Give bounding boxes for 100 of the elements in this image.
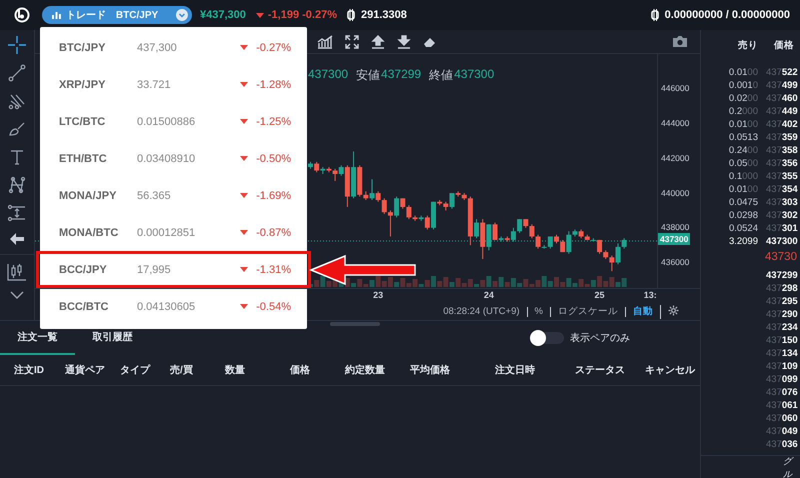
toggle-label: 表示ペアのみ bbox=[570, 332, 630, 345]
pair-name: ETH/BTC bbox=[59, 152, 108, 164]
ask-price: 437449 bbox=[766, 106, 798, 117]
chart-option[interactable]: % bbox=[526, 306, 550, 317]
pair-selector-button[interactable]: トレード BTC/JPY bbox=[42, 6, 192, 24]
bar-chart-icon bbox=[52, 11, 61, 19]
logo-icon[interactable] bbox=[14, 7, 30, 23]
bid-price: 437061 bbox=[766, 400, 798, 411]
column-header: 価格 bbox=[290, 364, 311, 377]
last-price-badge: 437300 bbox=[658, 233, 690, 246]
upload-icon[interactable] bbox=[371, 34, 385, 49]
download-icon[interactable] bbox=[397, 34, 411, 49]
candlestick-icon[interactable] bbox=[7, 263, 27, 281]
crosshair-icon[interactable] bbox=[8, 36, 26, 54]
ask-price: 437356 bbox=[766, 158, 798, 169]
line-tool-icon[interactable] bbox=[8, 64, 26, 82]
mode-label: トレード bbox=[66, 9, 106, 22]
ask-price: 437303 bbox=[766, 197, 798, 208]
group-label: グル bbox=[701, 455, 800, 478]
ask-price: 437499 bbox=[766, 80, 798, 91]
wallet-balance: 0.00000000 / 0.00000000 bbox=[664, 9, 790, 21]
pair-menu-item[interactable]: LTC/BTC 0.01500886 -1.25% bbox=[39, 103, 308, 140]
ask-price: 437301 bbox=[766, 223, 798, 234]
column-header: 数量 bbox=[225, 364, 246, 377]
last-price: ¥437,300 bbox=[200, 9, 246, 21]
axis-label: 438000 bbox=[661, 222, 690, 232]
brush-icon[interactable] bbox=[8, 120, 26, 138]
ask-amount: 0.0298 bbox=[728, 210, 758, 221]
pair-change: -1.31% bbox=[256, 264, 291, 276]
ask-price: 437359 bbox=[766, 132, 798, 143]
chevron-down-icon[interactable] bbox=[10, 291, 24, 299]
selected-pair: BTC/JPY bbox=[116, 10, 158, 20]
pair-name: XRP/JPY bbox=[59, 78, 106, 90]
pair-price: 0.00012851 bbox=[137, 226, 196, 238]
chart-option[interactable]: ログスケール bbox=[550, 306, 625, 317]
pair-change: -0.54% bbox=[256, 300, 291, 312]
bitcoin-icon bbox=[347, 9, 357, 21]
axis-label: 25 bbox=[594, 290, 605, 300]
bid-price: 437109 bbox=[766, 361, 798, 372]
pair-name: MONA/JPY bbox=[59, 190, 118, 202]
ask-amount: 0.2000 bbox=[728, 106, 758, 117]
pair-change: -1.28% bbox=[256, 78, 291, 90]
column-header: 注文日時 bbox=[495, 363, 536, 377]
bid-price: 437134 bbox=[766, 348, 798, 359]
axis-label: 436000 bbox=[661, 256, 690, 267]
column-header: 価格 bbox=[774, 39, 794, 53]
arrow-left-icon[interactable] bbox=[9, 232, 25, 246]
pair-name: BTC/JPY bbox=[59, 42, 106, 54]
fullscreen-icon[interactable] bbox=[345, 34, 359, 49]
ohlc-value: 437300 bbox=[308, 67, 348, 84]
column-header: キャンセル bbox=[645, 364, 696, 377]
pair-change: -1.25% bbox=[256, 116, 291, 128]
bid-price: 437099 bbox=[766, 374, 798, 385]
pair-menu-item[interactable]: ETH/BTC 0.03408910 -0.50% bbox=[39, 140, 308, 177]
pair-menu-item[interactable]: MONA/JPY 56.365 -1.69% bbox=[39, 177, 308, 214]
bid-price: 437298 bbox=[766, 283, 798, 294]
axis-label: 440000 bbox=[661, 188, 690, 198]
measure-tool-icon[interactable] bbox=[8, 204, 26, 222]
pair-menu-item[interactable]: BCC/JPY 17,995 -1.31% bbox=[36, 251, 311, 288]
toggle-switch[interactable] bbox=[532, 332, 564, 344]
axis-label: 442000 bbox=[661, 152, 690, 163]
pair-price: 0.04130605 bbox=[137, 300, 196, 312]
column-header: タイプ bbox=[120, 363, 152, 377]
text-tool-icon[interactable] bbox=[8, 148, 26, 166]
axis-label: 13: bbox=[644, 290, 657, 300]
indicator-icon[interactable] bbox=[317, 34, 333, 49]
ask-price: 437355 bbox=[766, 171, 798, 182]
column-header: 平均価格 bbox=[410, 364, 451, 377]
pair-name: BCC/JPY bbox=[59, 264, 108, 276]
chart-time: 08:28:24 (UTC+9) bbox=[443, 306, 521, 318]
ohlc-value: 終値437300 bbox=[429, 67, 494, 84]
camera-icon[interactable] bbox=[672, 35, 688, 48]
pair-menu-item[interactable]: MONA/BTC 0.00012851 -0.87% bbox=[39, 214, 308, 251]
column-header: 通貨ペア bbox=[65, 364, 106, 377]
pair-change: -1.69% bbox=[256, 190, 291, 202]
ask-price: 437302 bbox=[766, 210, 798, 221]
ohlc-value: 安値437299 bbox=[356, 67, 422, 84]
fork-tool-icon[interactable] bbox=[8, 92, 26, 110]
pair-change: -0.50% bbox=[256, 152, 291, 164]
pattern-tool-icon[interactable] bbox=[8, 176, 26, 194]
settings-icon[interactable] bbox=[668, 304, 679, 316]
ask-amount: 0.1000 bbox=[728, 171, 758, 182]
pair-price: 437,300 bbox=[137, 42, 178, 54]
pair-price: 0.03408910 bbox=[137, 152, 196, 164]
bid-price: 437150 bbox=[766, 335, 798, 346]
bitcoin-icon bbox=[650, 9, 661, 21]
ask-amount: 0.0100 bbox=[728, 67, 758, 78]
column-header: ステータス bbox=[575, 364, 626, 377]
ask-amount: 0.0100 bbox=[728, 119, 758, 130]
ask-price: 437358 bbox=[766, 145, 798, 156]
pair-price: 17,995 bbox=[137, 264, 172, 276]
chart-option[interactable]: 自動 bbox=[625, 306, 660, 317]
ask-amount: 0.0524 bbox=[728, 223, 758, 234]
column-header: 約定数量 bbox=[345, 363, 386, 377]
pair-menu-item[interactable]: XRP/JPY 33.721 -1.28% bbox=[39, 66, 308, 103]
pair-price: 56.365 bbox=[137, 190, 172, 202]
pair-menu-item[interactable]: BTC/JPY 437,300 -0.27% bbox=[39, 29, 308, 66]
column-header: 売り bbox=[737, 39, 758, 53]
axis-label: 446000 bbox=[661, 83, 690, 94]
bid-price: 437234 bbox=[766, 322, 798, 333]
